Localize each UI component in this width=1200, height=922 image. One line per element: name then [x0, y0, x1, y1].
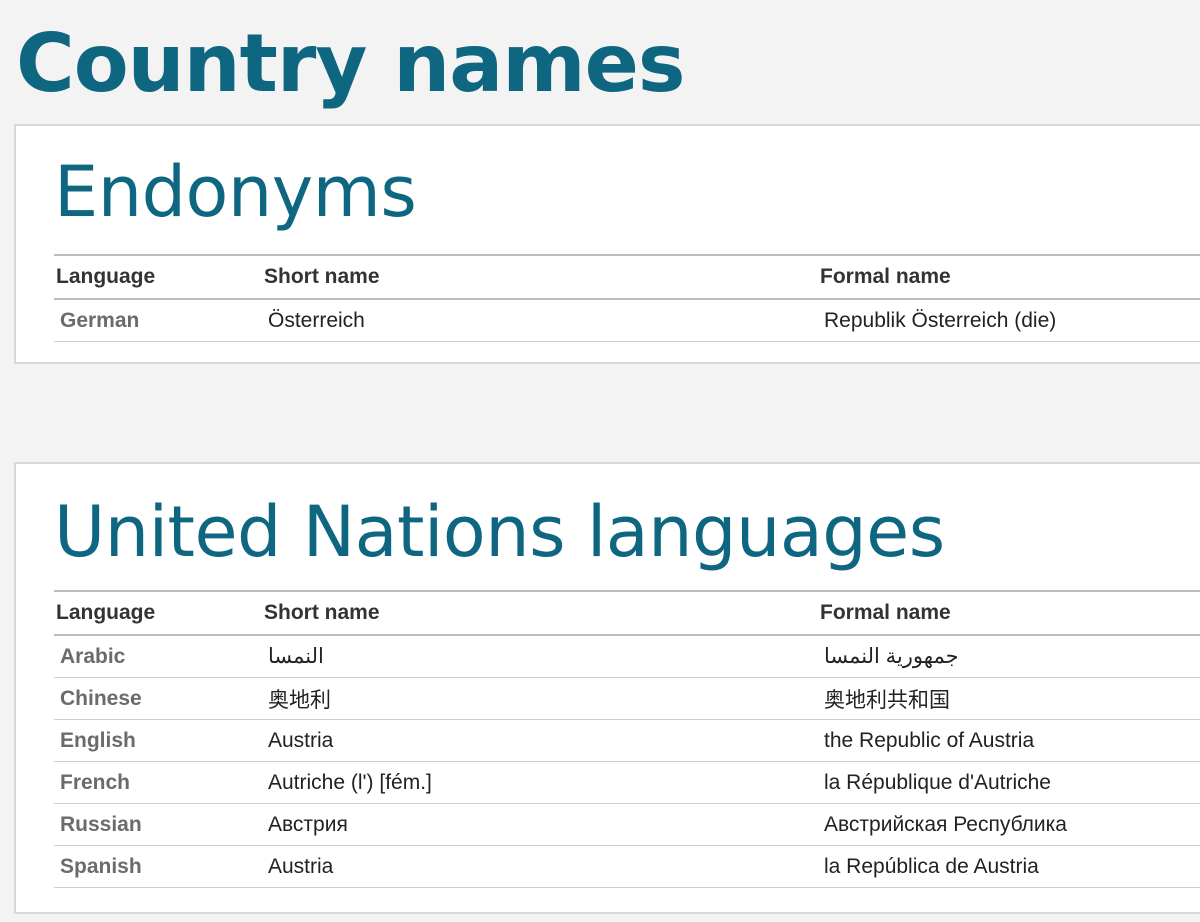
table-row: Arabic النمسا جمهورية النمسا [54, 635, 1200, 678]
table-row: English Austria the Republic of Austria [54, 719, 1200, 762]
short-name-cell: Austria [262, 719, 818, 762]
short-name-cell: النمسا [262, 635, 818, 678]
column-header-formal-name: Formal name [820, 265, 951, 288]
table-row: German Österreich Republik Österreich (d… [54, 299, 1200, 342]
formal-name-cell: 奥地利共和国 [818, 677, 1200, 720]
column-header-formal-name: Formal name [820, 601, 951, 624]
table-row: Chinese 奥地利 奥地利共和国 [54, 677, 1200, 720]
language-cell: English [54, 719, 262, 762]
table-header-row: Language Short name Formal name [54, 591, 1200, 635]
short-name-cell: 奥地利 [262, 677, 818, 720]
language-cell: Russian [54, 803, 262, 846]
formal-name-cell: la República de Austria [818, 845, 1200, 888]
table-header-row: Language Short name Formal name [54, 255, 1200, 299]
column-header-short-name: Short name [264, 601, 380, 624]
language-cell: French [54, 761, 262, 804]
endonyms-heading: Endonyms [54, 151, 417, 233]
short-name-cell: Austria [262, 845, 818, 888]
endonyms-panel: Endonyms Language Short name Formal name… [14, 124, 1200, 364]
table-row: Spanish Austria la República de Austria [54, 845, 1200, 888]
short-name-cell: Österreich [262, 299, 818, 342]
formal-name-cell: la République d'Autriche [818, 761, 1200, 804]
endonyms-table: Language Short name Formal name German Ö… [54, 254, 1200, 342]
table-row: French Autriche (l') [fém.] la Républiqu… [54, 761, 1200, 804]
column-header-language: Language [56, 601, 156, 624]
language-cell: Spanish [54, 845, 262, 888]
column-header-short-name: Short name [264, 265, 380, 288]
language-cell: Chinese [54, 677, 262, 720]
page-title: Country names [16, 17, 685, 110]
formal-name-cell: the Republic of Austria [818, 719, 1200, 762]
un-languages-table: Language Short name Formal name Arabic ا… [54, 590, 1200, 888]
formal-name-cell: Австрийская Республика [818, 803, 1200, 846]
un-languages-panel: United Nations languages Language Short … [14, 462, 1200, 914]
language-cell: German [54, 299, 262, 342]
short-name-cell: Autriche (l') [fém.] [262, 761, 818, 804]
column-header-language: Language [56, 265, 156, 288]
table-row: Russian Австрия Австрийская Республика [54, 803, 1200, 846]
formal-name-cell: Republik Österreich (die) [818, 299, 1200, 342]
language-cell: Arabic [54, 635, 262, 678]
un-languages-heading: United Nations languages [54, 491, 945, 573]
formal-name-cell: جمهورية النمسا [818, 635, 1200, 678]
short-name-cell: Австрия [262, 803, 818, 846]
